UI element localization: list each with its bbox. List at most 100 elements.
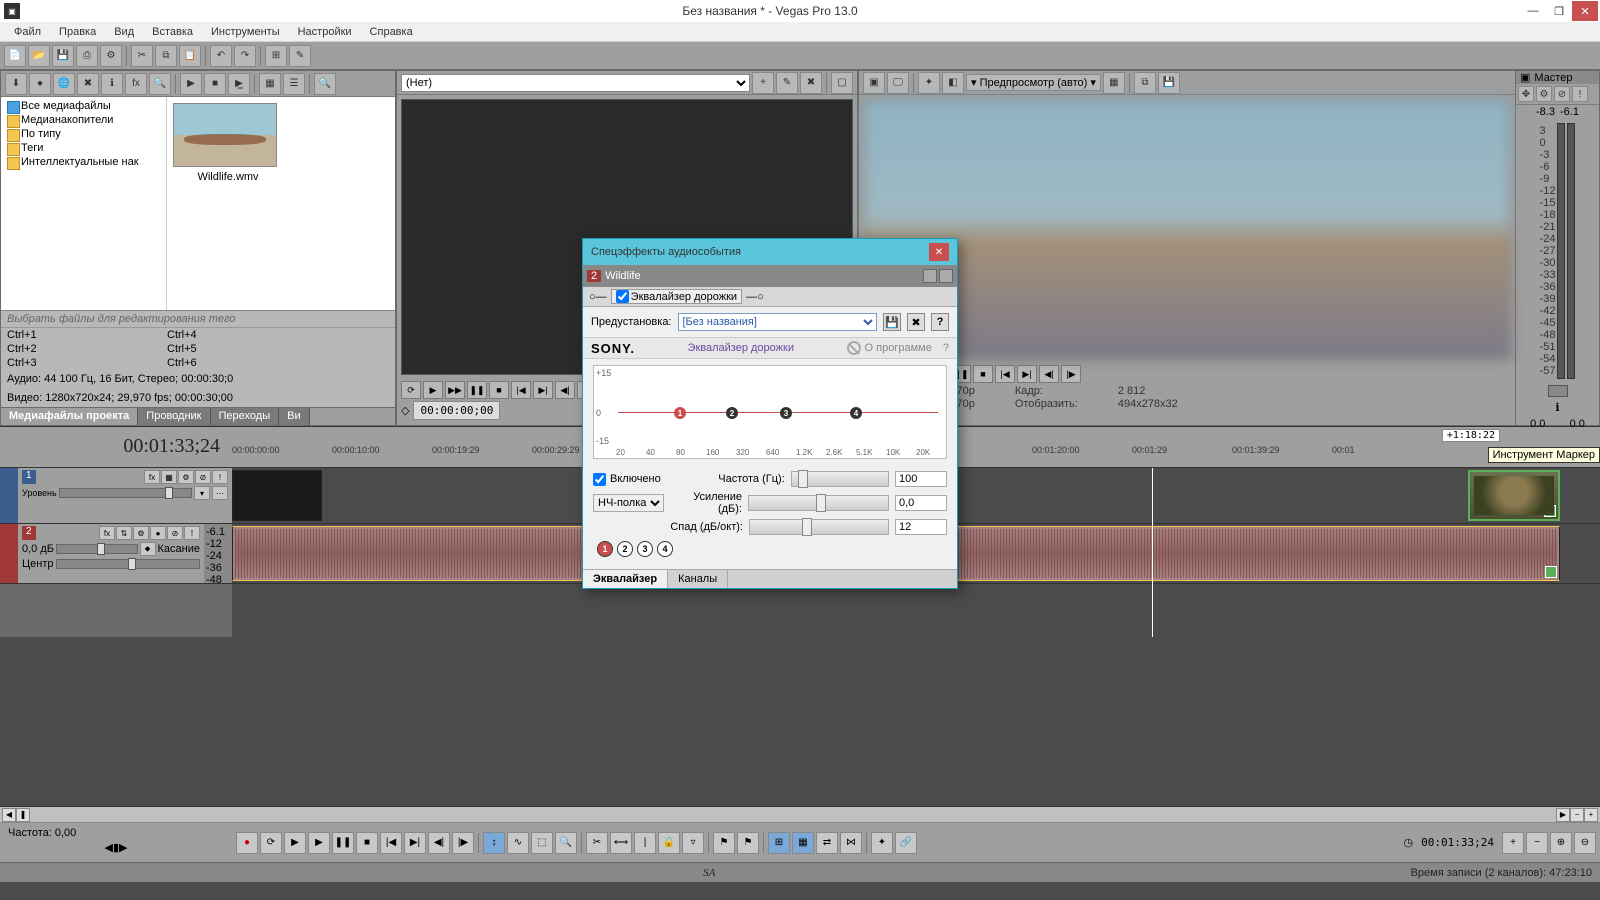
tree-tags[interactable]: Теги	[1, 141, 166, 155]
tab-project-media[interactable]: Медиафайлы проекта	[1, 408, 138, 425]
track-mute-icon[interactable]: ⊘	[167, 526, 183, 540]
track-mute-icon[interactable]: ⊘	[195, 470, 211, 484]
clip-fx-icon[interactable]	[1545, 566, 1557, 578]
rate-slider-icon[interactable]: ◀▮▶	[8, 841, 224, 854]
scroll-right-icon[interactable]: ▶	[1556, 808, 1570, 822]
band-select-3[interactable]: 3	[637, 541, 653, 557]
zoom-in-v-icon[interactable]: +	[1584, 808, 1598, 822]
normal-edit-tool[interactable]: ↕	[483, 832, 505, 854]
get-media-icon[interactable]: 🌐	[53, 73, 75, 95]
trimmer-fx-select[interactable]: (Нет)	[401, 74, 750, 92]
menu-tools[interactable]: Инструменты	[203, 24, 288, 40]
video-level-slider[interactable]	[59, 488, 192, 498]
trim-button[interactable]: ⟷	[610, 832, 632, 854]
region-flag-icon[interactable]: ⚑	[737, 832, 759, 854]
tab-explorer[interactable]: Проводник	[138, 408, 210, 425]
track-gear-icon[interactable]: ⚙	[178, 470, 194, 484]
preview-start-icon[interactable]: |◀	[995, 365, 1015, 383]
clip-fx-icon[interactable]	[1544, 505, 1556, 517]
markers-button[interactable]: ▿	[682, 832, 704, 854]
undo-icon[interactable]: ↶	[210, 45, 232, 67]
trimmer-loop-icon[interactable]: ⟳	[401, 381, 421, 399]
preview-quality-select[interactable]: ▾ Предпросмотр (авто) ▾	[966, 74, 1101, 91]
zoom-out-v-icon[interactable]: ⊖	[1574, 832, 1596, 854]
selection-tool[interactable]: ⬚	[531, 832, 553, 854]
info-icon[interactable]: ℹ	[1555, 402, 1559, 414]
master-fader-icon[interactable]	[1548, 385, 1568, 397]
zoom-out-v-icon[interactable]: −	[1570, 808, 1584, 822]
automation-icon[interactable]: ⬥	[140, 542, 156, 556]
trimmer-fx-edit-icon[interactable]: ✎	[776, 72, 798, 94]
zoom-in-h-icon[interactable]: +	[1502, 832, 1524, 854]
trimmer-fx-add-icon[interactable]: +	[752, 72, 774, 94]
menu-help[interactable]: Справка	[362, 24, 421, 40]
eq-band-3[interactable]: 3	[780, 407, 792, 419]
pan-slider[interactable]	[56, 559, 201, 569]
capture-icon[interactable]: ●	[29, 73, 51, 95]
dialog-titlebar[interactable]: Спецэффекты аудиособытия ✕	[583, 239, 957, 265]
track-fx-icon[interactable]: fx	[99, 526, 115, 540]
preset-select[interactable]: [Без названия]	[678, 313, 878, 331]
stop-icon[interactable]: ■	[204, 73, 226, 95]
link-button[interactable]: 🔗	[895, 832, 917, 854]
trimmer-playall-icon[interactable]: ▶▶	[445, 381, 465, 399]
fx-enabled-checkbox[interactable]	[616, 290, 629, 303]
about-link[interactable]: О программе	[865, 342, 932, 354]
scroll-left-icon[interactable]: ◀	[2, 808, 16, 822]
auto-button[interactable]: ✦	[871, 832, 893, 854]
gain-value[interactable]: 0,0	[895, 495, 947, 511]
crossfade-button[interactable]: ⋈	[840, 832, 862, 854]
freq-slider[interactable]	[791, 471, 889, 487]
preset-save-icon[interactable]: 💾	[883, 313, 901, 331]
media-item[interactable]: Wildlife.wmv	[173, 103, 283, 183]
zoom-tool[interactable]: 🔍	[555, 832, 577, 854]
chain-remove-icon[interactable]	[939, 269, 953, 283]
tree-by-type[interactable]: По типу	[1, 127, 166, 141]
slope-slider[interactable]	[749, 519, 889, 535]
marker-tool-icon[interactable]: ✎	[289, 45, 311, 67]
envelope-tool[interactable]: ∿	[507, 832, 529, 854]
snap-icon[interactable]: ⊞	[265, 45, 287, 67]
paste-icon[interactable]: 📋	[179, 45, 201, 67]
media-tree[interactable]: Все медиафайлы Медианакопители По типу Т…	[1, 97, 167, 310]
minimize-button[interactable]: —	[1520, 1, 1546, 21]
tab-video-fx[interactable]: Ви	[279, 408, 309, 425]
close-button[interactable]: ✕	[1572, 1, 1598, 21]
menu-file[interactable]: Файл	[6, 24, 49, 40]
chain-end-icon[interactable]: —○	[746, 291, 764, 303]
eq-band-1[interactable]: 1	[674, 407, 686, 419]
preview-end-icon[interactable]: ▶|	[1017, 365, 1037, 383]
master-gear-icon[interactable]: ⚙	[1536, 86, 1552, 102]
preview-copy-icon[interactable]: ⧉	[1134, 72, 1156, 94]
trimmer-end-icon[interactable]: ▶|	[533, 381, 553, 399]
preview-viewport[interactable]	[863, 99, 1511, 359]
lock-button[interactable]: 🔒	[658, 832, 680, 854]
trimmer-timecode[interactable]: 00:00:00;00	[413, 401, 500, 420]
transport-timecode[interactable]: 00:01:33;24	[1415, 834, 1500, 851]
preview-nextframe-icon[interactable]: |▶	[1061, 365, 1081, 383]
go-start-button[interactable]: |◀	[380, 832, 402, 854]
track-invert-icon[interactable]: ⇅	[116, 526, 132, 540]
trimmer-fx-remove-icon[interactable]: ✖	[800, 72, 822, 94]
autoripple-button[interactable]: ⇄	[816, 832, 838, 854]
master-move-icon[interactable]: ✥	[1518, 86, 1534, 102]
split-button[interactable]: |	[634, 832, 656, 854]
maximize-button[interactable]: ❐	[1546, 1, 1572, 21]
menu-options[interactable]: Настройки	[290, 24, 360, 40]
preview-save-icon[interactable]: 💾	[1158, 72, 1180, 94]
play-button[interactable]: ▶	[308, 832, 330, 854]
marker-flag-icon[interactable]: ⚑	[713, 832, 735, 854]
help-icon[interactable]: ?	[943, 342, 949, 354]
track-more-icon[interactable]: ⋯	[212, 486, 228, 500]
region-marker[interactable]: +1:18:22	[1442, 429, 1500, 442]
track-fx-icon[interactable]: fx	[144, 470, 160, 484]
import-icon[interactable]: ⬇	[5, 73, 27, 95]
next-frame-button[interactable]: |▶	[452, 832, 474, 854]
track-record-icon[interactable]: ●	[150, 526, 166, 540]
go-end-button[interactable]: ▶|	[404, 832, 426, 854]
enabled-checkbox-row[interactable]: Включено	[593, 473, 661, 486]
preview-prevframe-icon[interactable]: ◀|	[1039, 365, 1059, 383]
preset-delete-icon[interactable]: ✖	[907, 313, 925, 331]
play-start-button[interactable]: ▶	[284, 832, 306, 854]
track-solo-icon[interactable]: !	[212, 470, 228, 484]
